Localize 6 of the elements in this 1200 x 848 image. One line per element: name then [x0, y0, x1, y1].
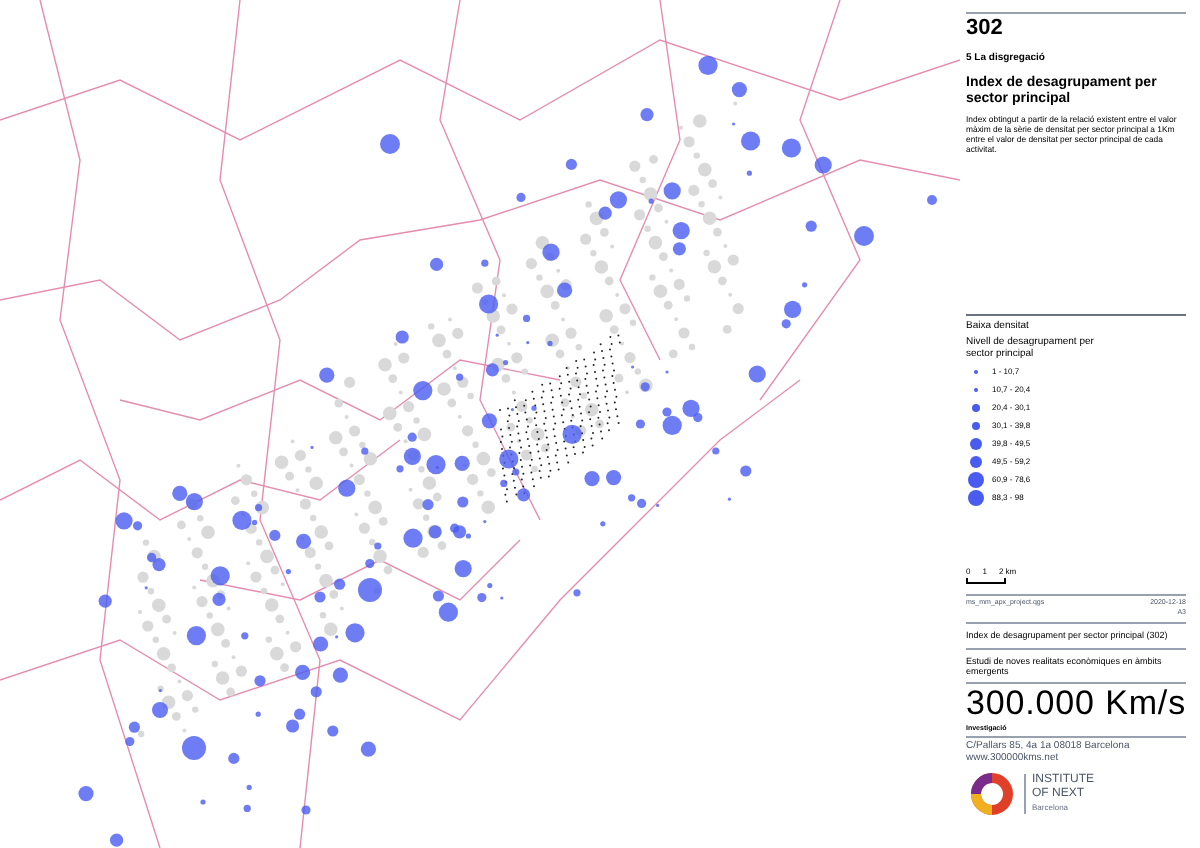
circle-symbol-icon — [972, 404, 980, 412]
brand-name: 300.000 Km/s — [966, 684, 1186, 725]
scale-bar — [966, 578, 1006, 584]
ring-logo-icon — [966, 769, 1018, 817]
map-number: 302 — [966, 18, 1005, 40]
circle-symbol-icon — [973, 387, 979, 393]
